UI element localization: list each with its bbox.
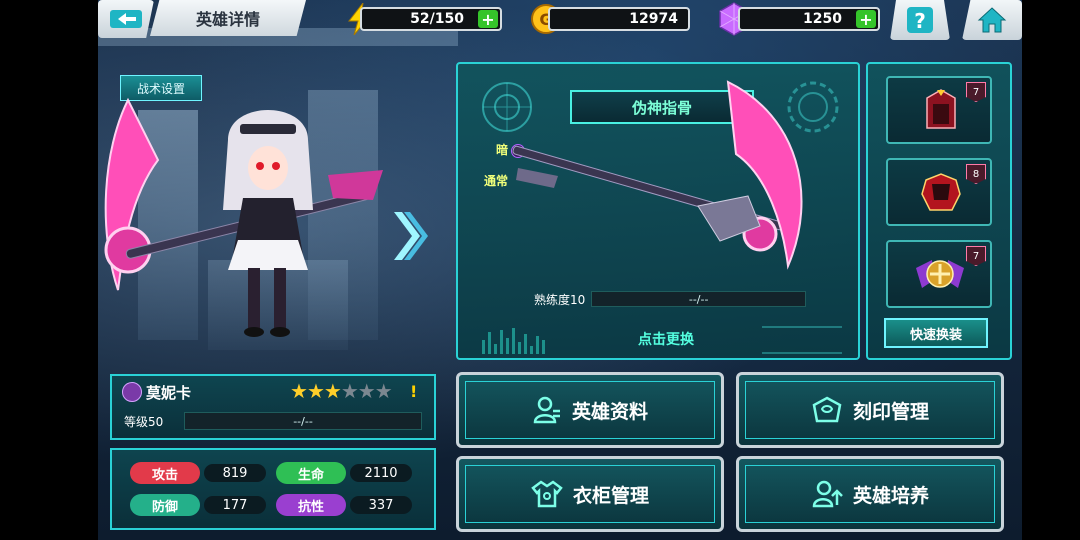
equipment-slot-3[interactable]: 7: [886, 240, 992, 308]
stat-value: 819: [204, 464, 266, 482]
energy-value: 52/150: [410, 11, 464, 27]
equipment-level-badge: 8: [966, 164, 986, 184]
star-empty-icon: ★: [357, 379, 376, 403]
engrave-management-button[interactable]: 刻印管理: [736, 372, 1004, 448]
energy-counter: 52/150 +: [360, 7, 502, 31]
proficiency-value: --/--: [688, 292, 709, 306]
stat-value: 177: [204, 496, 266, 514]
next-hero-arrow-icon[interactable]: [390, 208, 430, 264]
hero-exp-bar: --/--: [184, 412, 422, 430]
equipment-level-badge: 7: [966, 246, 986, 266]
star-empty-icon: ★: [374, 379, 393, 403]
profile-icon: [533, 396, 560, 424]
proficiency-bar: --/--: [591, 291, 806, 307]
hero-class-icon: [122, 382, 142, 402]
button-label: 英雄培养: [852, 484, 929, 507]
quick-swap-button[interactable]: 快速换装: [884, 318, 988, 348]
stat-value: 337: [350, 496, 412, 514]
gem-counter: 1250 +: [738, 7, 880, 31]
button-label: 刻印管理: [852, 400, 929, 423]
hero-character-art: [104, 97, 383, 337]
page-title: 英雄详情: [150, 0, 306, 36]
hero-exp-value: --/--: [293, 414, 313, 428]
svg-text:?: ?: [914, 9, 926, 33]
tap-to-swap-label[interactable]: 点击更换: [638, 329, 694, 349]
help-button[interactable]: ?: [890, 0, 950, 40]
scythe-weapon-art: [512, 80, 803, 270]
star-filled-icon: ★: [323, 379, 342, 403]
back-arrow-icon: [110, 10, 142, 28]
upgrade-alert-icon[interactable]: !: [410, 382, 417, 401]
weapon-panel[interactable]: 伪神指骨 暗 通常 熟练度10 --/-- 点击更换: [456, 62, 860, 360]
hero-level: 等级50: [124, 415, 164, 429]
hero-training-button[interactable]: 英雄培养: [736, 456, 1004, 532]
question-icon: ?: [907, 7, 933, 33]
gold-counter: 12974: [548, 7, 690, 31]
back-button[interactable]: [98, 0, 154, 38]
stat-attack: 攻击 819: [130, 462, 266, 484]
stat-label: 生命: [276, 462, 346, 484]
top-bar: 英雄详情 52/150 + G 12974 1250 + ?: [98, 0, 1022, 40]
gold-value: 12974: [629, 11, 678, 27]
proficiency-row: 熟练度10 --/--: [534, 290, 806, 308]
gem-value: 1250: [803, 11, 842, 27]
equipment-panel: 7 8 7 快速换装: [866, 62, 1012, 360]
engrave-icon: [812, 396, 842, 423]
stat-label: 防御: [130, 494, 200, 516]
star-empty-icon: ★: [340, 379, 359, 403]
stat-defense: 防御 177: [130, 494, 266, 516]
add-energy-button[interactable]: +: [478, 10, 498, 29]
winged-emblem-icon: [916, 260, 964, 288]
proficiency-label: 熟练度10: [534, 292, 586, 307]
button-label: 衣柜管理: [572, 484, 649, 507]
wardrobe-icon: [531, 480, 563, 508]
star-filled-icon: ★: [306, 379, 325, 403]
stat-label: 攻击: [130, 462, 200, 484]
hero-star-rating: ★★★★★★: [290, 379, 393, 403]
training-icon: [812, 480, 843, 508]
crimson-helmet-icon: [926, 89, 956, 129]
add-gems-button[interactable]: +: [856, 10, 876, 29]
home-icon: [977, 7, 1007, 33]
equipment-slot-1[interactable]: 7: [886, 76, 992, 144]
stripe-decoration: [762, 326, 842, 354]
hero-stats-panel: 攻击 819 生命 2110 防御 177 抗性 337: [110, 448, 436, 530]
stat-label: 抗性: [276, 494, 346, 516]
stat-resistance: 抗性 337: [276, 494, 412, 516]
star-filled-icon: ★: [290, 379, 308, 403]
hero-detail-screen: 英雄详情 52/150 + G 12974 1250 + ? 战术设置 伪神指骨…: [98, 0, 1022, 540]
stat-value: 2110: [350, 464, 412, 482]
wardrobe-management-button[interactable]: 衣柜管理: [456, 456, 724, 532]
armor-chest-icon: [921, 173, 961, 211]
hero-name: 莫妮卡: [146, 384, 192, 402]
button-label: 英雄资料: [571, 400, 648, 423]
home-button[interactable]: [962, 0, 1022, 40]
equalizer-decoration: [482, 326, 556, 354]
hero-info-panel: 莫妮卡 ★★★★★★ ! 等级50 --/--: [110, 374, 436, 440]
equipment-level-badge: 7: [966, 82, 986, 102]
stat-hp: 生命 2110: [276, 462, 412, 484]
hero-profile-button[interactable]: 英雄资料: [456, 372, 724, 448]
equipment-slot-2[interactable]: 8: [886, 158, 992, 226]
